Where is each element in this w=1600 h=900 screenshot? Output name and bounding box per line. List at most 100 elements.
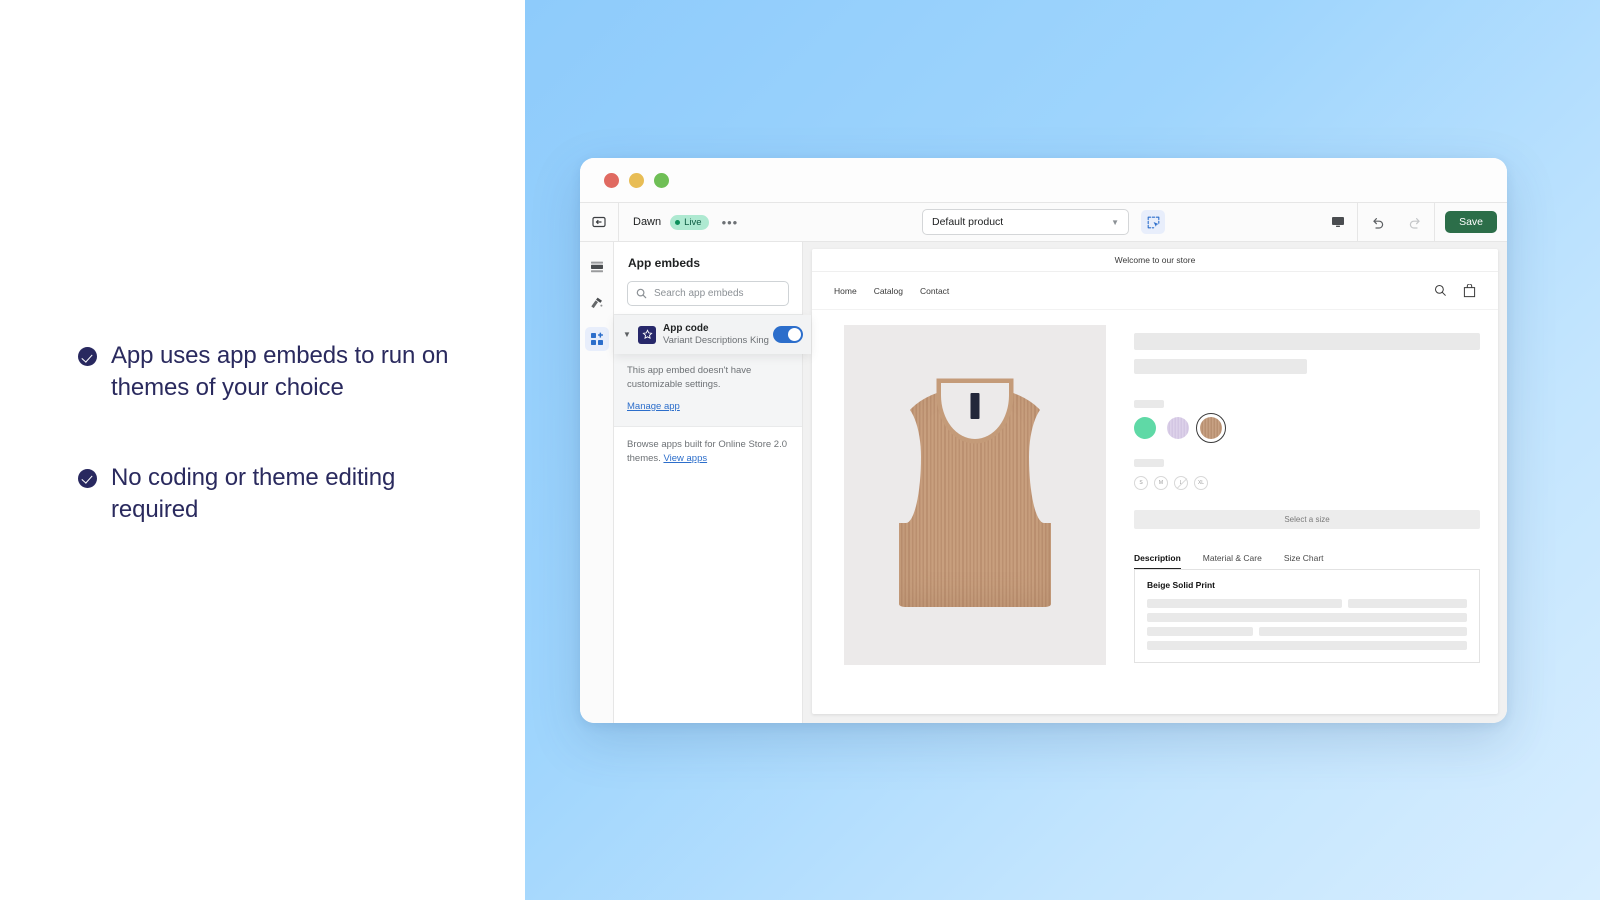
live-dot-icon (675, 219, 681, 225)
product-info: S M L XL Select a size Description Mater… (1134, 325, 1480, 714)
marketing-panel: App uses app embeds to run on themes of … (0, 0, 525, 900)
app-embed-note: This app embed doesn't have customizable… (627, 365, 752, 391)
size-option-s[interactable]: S (1134, 476, 1148, 490)
sidebar-item-sections[interactable] (585, 255, 609, 279)
manage-app-link[interactable]: Manage app (627, 401, 680, 412)
nav-link-contact[interactable]: Contact (920, 286, 949, 296)
tab-description[interactable]: Description (1134, 553, 1181, 569)
section-selector-icon[interactable] (1141, 210, 1165, 234)
variant-description-heading: Beige Solid Print (1147, 580, 1216, 590)
triangle-down-icon[interactable]: ▼ (623, 330, 631, 339)
feature-bullet-list: App uses app embeds to run on themes of … (78, 340, 478, 526)
undo-icon[interactable] (1358, 203, 1396, 242)
redo-icon[interactable] (1396, 203, 1434, 242)
tank-armhole-left (885, 403, 921, 523)
skeleton-bar (1258, 627, 1467, 636)
tab-panel-description: Beige Solid Print (1134, 570, 1480, 663)
minimize-button[interactable] (629, 172, 644, 188)
skeleton-bar (1147, 613, 1467, 622)
app-embed-name: App code (663, 323, 709, 334)
star-app-icon (638, 325, 656, 344)
check-circle-icon (78, 347, 97, 366)
list-item: No coding or theme editing required (78, 462, 478, 526)
app-embed-card: ▼ App code Variant Descriptions King Thi… (614, 314, 811, 427)
nav-link-catalog[interactable]: Catalog (874, 286, 903, 296)
list-item: App uses app embeds to run on themes of … (78, 340, 478, 404)
panel-footer: Browse apps built for Online Store 2.0 t… (614, 427, 802, 477)
maximize-button[interactable] (654, 172, 669, 188)
storefront-preview: Welcome to our store Home Catalog Contac… (812, 249, 1498, 714)
toolbar-right-group: Save (1319, 202, 1507, 242)
color-swatch-group (1134, 413, 1480, 443)
product-template-select[interactable]: Default product ▼ (922, 209, 1129, 235)
tab-material-care[interactable]: Material & Care (1203, 553, 1262, 569)
skeleton-bar (1348, 599, 1467, 608)
size-option-xl[interactable]: XL (1194, 476, 1208, 490)
search-icon[interactable] (1434, 284, 1447, 297)
announcement-bar: Welcome to our store (812, 249, 1498, 272)
page-title: App embeds (628, 256, 701, 270)
chevron-down-icon: ▼ (1111, 217, 1119, 227)
close-button[interactable] (604, 172, 619, 188)
product-title-skeleton (1134, 333, 1480, 350)
stage-background: Dawn Live ••• Default product ▼ Save App… (525, 0, 1600, 900)
toolbar-left-group: Dawn Live ••• (619, 214, 743, 230)
status-badge-label: Live (684, 216, 702, 228)
editor-toolbar: Dawn Live ••• Default product ▼ Save (580, 202, 1507, 242)
save-button[interactable]: Save (1445, 211, 1497, 233)
color-swatch-beige[interactable] (1196, 413, 1226, 443)
bullet-text: No coding or theme editing required (111, 463, 396, 523)
size-option-l[interactable]: L (1174, 476, 1188, 490)
skeleton-bar (1147, 627, 1253, 636)
editor-rail (580, 242, 614, 723)
app-embed-body: This app embed doesn't have customizable… (614, 354, 802, 426)
more-options-button[interactable]: ••• (718, 216, 743, 229)
app-embeds-panel: App embeds Search app embeds ▼ App code … (614, 242, 811, 723)
save-button-wrap: Save (1435, 211, 1507, 233)
app-embed-row[interactable]: ▼ App code Variant Descriptions King (614, 315, 811, 355)
search-placeholder: Search app embeds (654, 288, 744, 299)
tab-size-chart[interactable]: Size Chart (1284, 553, 1324, 569)
product-tabs: Description Material & Care Size Chart (1134, 553, 1480, 570)
theme-name: Dawn (633, 216, 662, 228)
preview-viewport: Welcome to our store Home Catalog Contac… (803, 242, 1507, 723)
view-apps-link[interactable]: View apps (663, 452, 707, 466)
bullet-text: App uses app embeds to run on themes of … (111, 342, 449, 401)
description-skeleton-row (1147, 627, 1467, 636)
size-option-m[interactable]: M (1154, 476, 1168, 490)
description-skeleton-row (1147, 599, 1467, 608)
check-circle-icon (78, 468, 97, 488)
product-detail: S M L XL Select a size Description Mater… (812, 310, 1498, 714)
desktop-preview-icon[interactable] (1319, 203, 1357, 242)
color-label-skeleton (1134, 400, 1164, 408)
product-template-value: Default product (932, 216, 1004, 228)
sidebar-item-theme-settings[interactable] (585, 291, 609, 315)
browser-window: Dawn Live ••• Default product ▼ Save App… (580, 158, 1507, 723)
product-price-skeleton (1134, 359, 1307, 374)
color-swatch-lilac[interactable] (1167, 417, 1189, 439)
search-icon (636, 288, 647, 299)
status-badge: Live (670, 214, 709, 230)
color-swatch-green[interactable] (1134, 417, 1156, 439)
nav-link-home[interactable]: Home (834, 286, 857, 296)
skeleton-bar (1147, 599, 1343, 608)
editor-body: App embeds Search app embeds ▼ App code … (580, 242, 1507, 723)
search-input[interactable]: Search app embeds (627, 281, 789, 306)
skeleton-bar (1147, 641, 1467, 650)
beige-ribbed-tank-top-illustration (885, 369, 1065, 607)
add-to-cart-button[interactable]: Select a size (1134, 510, 1480, 529)
size-label-skeleton (1134, 459, 1164, 467)
size-option-group: S M L XL (1134, 476, 1480, 490)
window-titlebar (580, 158, 1507, 202)
app-embed-toggle[interactable] (773, 326, 803, 344)
app-embed-meta: App code Variant Descriptions King (663, 322, 769, 347)
nav-icons (1434, 283, 1476, 298)
tank-armhole-right (1029, 403, 1065, 523)
exit-editor-icon[interactable] (580, 202, 619, 242)
garment-label (970, 393, 980, 419)
product-image[interactable] (844, 325, 1106, 665)
app-embed-subtitle: Variant Descriptions King (663, 335, 769, 346)
sidebar-item-app-embeds[interactable] (584, 327, 609, 351)
store-navigation: Home Catalog Contact (812, 272, 1498, 310)
cart-icon[interactable] (1463, 283, 1476, 298)
